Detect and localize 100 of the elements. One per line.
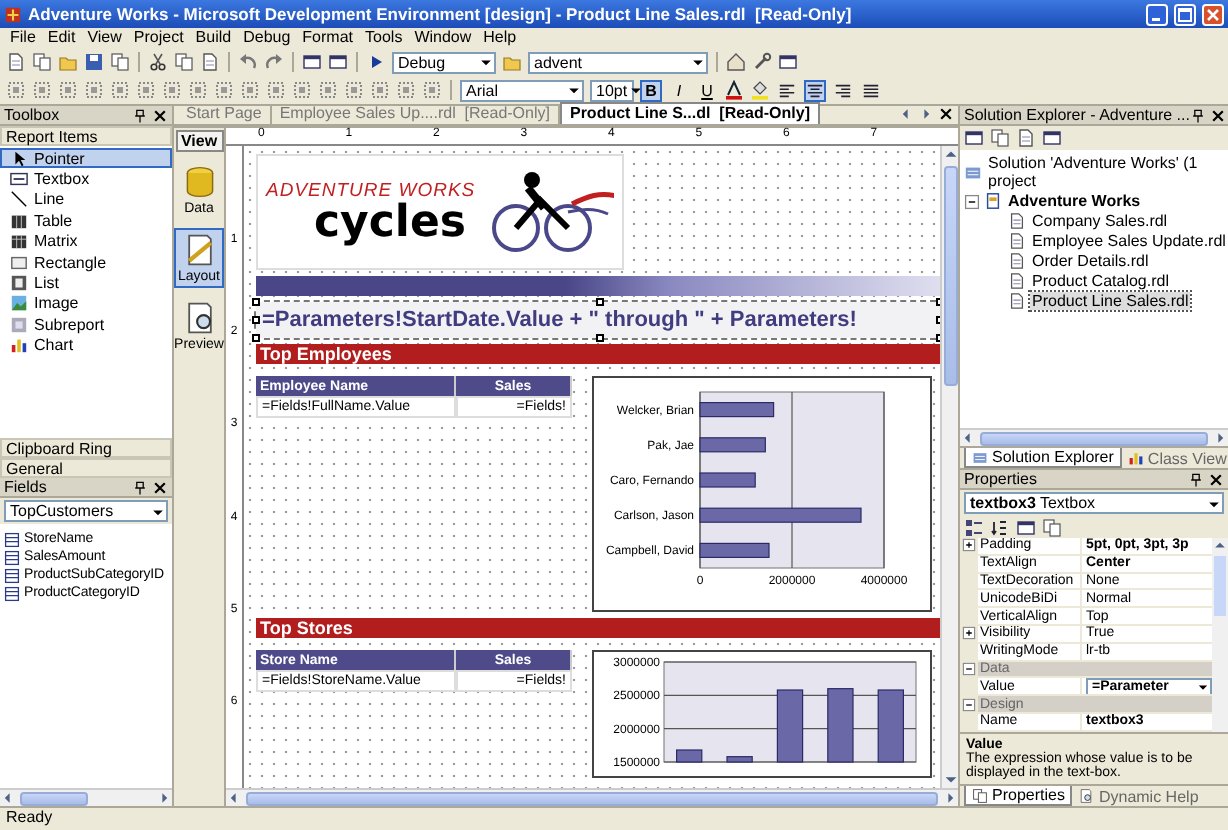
tree-item[interactable]: Employee Sales Update.rdl <box>1030 232 1228 250</box>
configuration-dropdown[interactable]: Debug <box>392 51 496 73</box>
close-button[interactable] <box>1202 3 1224 25</box>
collapse-icon[interactable] <box>964 193 980 209</box>
document-tab[interactable]: Start Page <box>178 104 272 124</box>
toolbox-item[interactable]: List <box>0 272 172 294</box>
redo-icon[interactable] <box>264 52 284 72</box>
close-icon[interactable] <box>152 107 168 123</box>
maximize-button[interactable] <box>1174 3 1196 25</box>
panel-tab[interactable]: Properties <box>964 786 1073 806</box>
toolbox-item[interactable]: Pointer <box>0 148 172 169</box>
categorized-icon[interactable] <box>964 517 984 538</box>
menu-item[interactable]: File <box>4 28 42 48</box>
menu-item[interactable]: Tools <box>359 28 409 48</box>
tree-item[interactable]: Order Details.rdl <box>1030 252 1151 270</box>
font-dropdown[interactable]: Arial <box>460 79 584 101</box>
scrollbar-thumb[interactable] <box>1214 556 1226 617</box>
align-button[interactable] <box>860 79 882 101</box>
window-icon[interactable] <box>1042 128 1062 148</box>
menu-item[interactable]: Build <box>189 28 238 48</box>
toolbox-tab[interactable]: Report Items <box>0 126 172 146</box>
selection-handle[interactable] <box>596 298 604 306</box>
pages-icon[interactable] <box>174 52 194 72</box>
menu-item[interactable]: Edit <box>41 28 82 48</box>
logo-text: ADVENTURE WORKS <box>266 179 476 201</box>
format-button[interactable]: B <box>640 79 662 101</box>
scrollbar-thumb[interactable] <box>944 166 958 386</box>
fill-color-icon[interactable] <box>750 80 770 100</box>
align-button[interactable] <box>776 79 798 101</box>
selection-handle[interactable] <box>596 334 604 342</box>
format-button[interactable]: U <box>696 79 718 101</box>
page-icon[interactable] <box>6 52 26 72</box>
window-icon[interactable] <box>964 128 984 148</box>
wrench-icon[interactable] <box>752 52 772 72</box>
object-dropdown[interactable]: textbox3 Textbox <box>964 492 1224 514</box>
font-color-icon[interactable] <box>724 80 744 100</box>
scrollbar-thumb[interactable] <box>246 791 938 805</box>
toolbox-tab[interactable]: Clipboard Ring <box>0 438 172 458</box>
menu-item[interactable]: Format <box>296 28 360 48</box>
toolbox-tab[interactable]: General <box>0 458 172 478</box>
window-icon[interactable] <box>328 52 348 72</box>
tree-item[interactable]: Company Sales.rdl <box>1030 212 1170 230</box>
pin-icon[interactable] <box>132 479 148 495</box>
pages-icon[interactable] <box>110 52 130 72</box>
toolbox-item[interactable]: Matrix <box>0 231 172 252</box>
panel-tab[interactable]: Class View <box>1121 448 1228 468</box>
scrollbar-thumb[interactable] <box>20 791 88 805</box>
format-button[interactable]: I <box>668 79 690 101</box>
close-icon[interactable] <box>1209 107 1226 123</box>
selection-handle[interactable] <box>252 316 260 324</box>
align-button[interactable] <box>832 79 854 101</box>
pages-icon[interactable] <box>990 128 1010 148</box>
panel-tab[interactable]: Dynamic Help <box>1072 786 1205 806</box>
menu-item[interactable]: View <box>81 28 128 48</box>
pin-icon[interactable] <box>132 107 148 123</box>
menu-item[interactable]: Help <box>477 28 523 48</box>
tree-item[interactable]: Solution 'Adventure Works' (1 project <box>986 154 1224 190</box>
sort-alphabetical-icon[interactable] <box>990 517 1010 538</box>
selection-handle[interactable] <box>252 334 260 342</box>
pin-icon[interactable] <box>1188 471 1204 487</box>
close-icon[interactable] <box>152 479 168 495</box>
tree-item[interactable]: Product Catalog.rdl <box>1030 272 1171 290</box>
menu-item[interactable]: Project <box>127 28 190 48</box>
menu-item[interactable]: Window <box>408 28 478 48</box>
toolbox-item[interactable]: Subreport <box>0 314 172 336</box>
pin-icon[interactable] <box>1189 107 1206 123</box>
align-button[interactable] <box>804 79 826 101</box>
font-size-dropdown[interactable]: 10pt <box>590 79 634 101</box>
pages-icon[interactable] <box>1042 517 1062 538</box>
toolbox-item[interactable]: Image <box>0 293 172 315</box>
window-icon[interactable] <box>778 52 798 72</box>
toolbox-item[interactable]: Line <box>0 189 172 211</box>
selection-handle[interactable] <box>252 298 260 306</box>
tree-item[interactable]: Adventure Works <box>1006 192 1143 210</box>
page-icon[interactable] <box>1016 128 1036 148</box>
cut-icon[interactable] <box>148 52 168 72</box>
scrollbar-thumb[interactable] <box>980 431 1208 445</box>
pages-icon[interactable] <box>32 52 52 72</box>
window-icon[interactable] <box>302 52 322 72</box>
toolbox-item[interactable]: Chart <box>0 335 172 356</box>
house-icon[interactable] <box>726 52 746 72</box>
page-icon[interactable] <box>200 52 220 72</box>
dataset-dropdown[interactable]: TopCustomers <box>4 500 168 522</box>
project-dropdown[interactable]: advent <box>528 51 708 73</box>
bar <box>699 437 766 453</box>
start-icon[interactable] <box>366 52 386 72</box>
toolbox-item[interactable]: Textbox <box>0 168 172 190</box>
minimize-button[interactable] <box>1146 3 1168 25</box>
document-tab[interactable]: Product Line S...dl [Read-Only] <box>559 102 820 124</box>
undo-icon[interactable] <box>238 52 258 72</box>
save-icon[interactable] <box>84 52 104 72</box>
toolbox-item[interactable]: Table <box>0 210 172 232</box>
toolbox-item[interactable]: Rectangle <box>0 251 172 273</box>
menu-item[interactable]: Debug <box>237 28 297 48</box>
close-icon[interactable] <box>1208 471 1224 487</box>
expression-textbox[interactable]: =Parameters!StartDate.Value + " through " + Parameters! <box>256 302 940 338</box>
close-icon[interactable] <box>938 106 954 122</box>
tree-item[interactable]: Product Line Sales.rdl <box>1030 292 1191 310</box>
panel-tab[interactable]: Solution Explorer <box>964 448 1122 468</box>
window-icon[interactable] <box>1016 517 1036 538</box>
